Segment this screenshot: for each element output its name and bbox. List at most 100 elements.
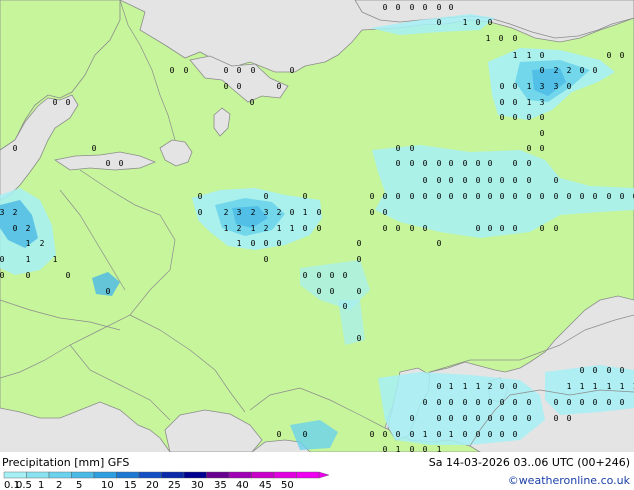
precip-value-label: 0 xyxy=(620,192,625,201)
precip-value-label: 1 xyxy=(593,382,598,391)
precip-value-label: 0 xyxy=(237,66,242,75)
precip-value-label: 2 xyxy=(488,382,493,391)
copyright-link[interactable]: ©weatheronline.co.uk xyxy=(508,474,630,487)
precip-value-label: 0 xyxy=(513,98,518,107)
precip-value-label: 0 xyxy=(476,18,481,27)
precip-value-label: 0 xyxy=(437,382,442,391)
precip-value-label: 0 xyxy=(277,82,282,91)
legend-label: 40 xyxy=(236,480,249,490)
precip-value-label: 0 xyxy=(513,224,518,233)
precip-value-label: 0 xyxy=(449,192,454,201)
precip-value-label: 1 xyxy=(26,239,31,248)
precip-value-label: 1 xyxy=(527,82,532,91)
legend-label: 15 xyxy=(124,480,137,490)
precip-value-label: 0 xyxy=(277,430,282,439)
precip-value-label: 0 xyxy=(290,66,295,75)
precip-value-label: 1 xyxy=(607,382,612,391)
precip-value-label: 0 xyxy=(198,192,203,201)
precip-value-label: 0 xyxy=(488,224,493,233)
precip-value-label: 0 xyxy=(488,398,493,407)
precip-value-label: 0 xyxy=(449,414,454,423)
legend-swatch xyxy=(296,471,320,479)
precip-value-label: 0 xyxy=(290,208,295,217)
precip-value-label: 0 xyxy=(423,398,428,407)
precip-value-label: 0 xyxy=(383,3,388,12)
precip-value-label: 0 xyxy=(540,51,545,60)
precip-value-label: 0 xyxy=(423,224,428,233)
precip-value-label: 2 xyxy=(264,224,269,233)
precip-value-label: 2 xyxy=(224,208,229,217)
precip-value-label: 0 xyxy=(500,113,505,122)
precip-value-label: 1 xyxy=(224,224,229,233)
precip-value-label: 0 xyxy=(500,82,505,91)
precip-value-label: 0 xyxy=(357,287,362,296)
precip-value-label: 0 xyxy=(488,176,493,185)
precip-value-label: 0 xyxy=(513,113,518,122)
precip-value-label: 0 xyxy=(488,159,493,168)
legend-arrow-icon xyxy=(318,471,330,479)
legend-label: 30 xyxy=(191,480,204,490)
precip-value-label: 0 xyxy=(449,398,454,407)
precip-value-label: 1 xyxy=(527,51,532,60)
precip-value-label: 0 xyxy=(250,98,255,107)
legend-label: 35 xyxy=(214,480,227,490)
map-title: Precipitation [mm] GFS xyxy=(2,456,130,469)
precip-value-label: 0 xyxy=(303,192,308,201)
precip-value-label: 0 xyxy=(264,255,269,264)
precip-value-label: 3 xyxy=(540,98,545,107)
precip-value-label: 0 xyxy=(449,3,454,12)
precip-value-label: 0 xyxy=(237,82,242,91)
precip-value-label: 0 xyxy=(251,66,256,75)
precip-value-label: 0 xyxy=(607,51,612,60)
legend-label: 1 xyxy=(38,480,44,490)
precip-value-label: 0 xyxy=(26,271,31,280)
precip-value-label: 0 xyxy=(580,66,585,75)
precip-value-label: 0 xyxy=(540,66,545,75)
legend-swatch xyxy=(3,471,27,479)
precip-value-label: 0 xyxy=(92,144,97,153)
precip-value-label: 0 xyxy=(13,144,18,153)
precip-value-label: 0 xyxy=(593,192,598,201)
precip-value-label: 0 xyxy=(463,414,468,423)
precip-value-label: 0 xyxy=(620,51,625,60)
precip-value-label: 0 xyxy=(500,382,505,391)
precip-value-label: 1 xyxy=(251,224,256,233)
precip-value-label: 0 xyxy=(607,192,612,201)
precip-value-label: 0 xyxy=(66,98,71,107)
precip-value-label: 0 xyxy=(330,287,335,296)
precip-value-label: 0 xyxy=(499,34,504,43)
precip-value-label: 0 xyxy=(488,192,493,201)
precip-value-label: 0 xyxy=(527,144,532,153)
precip-value-label: 0 xyxy=(370,208,375,217)
precip-value-label: 0 xyxy=(106,287,111,296)
precip-value-label: 0 xyxy=(410,192,415,201)
precip-legend: 0.10.5 1 2 5 10 15 20 25 30 35 40 45 50 xyxy=(3,471,330,490)
precip-value-label: 0 xyxy=(53,98,58,107)
precip-value-label: 2 xyxy=(277,208,282,217)
precip-value-label: 0 xyxy=(488,430,493,439)
precip-value-label: 0 xyxy=(476,430,481,439)
precip-value-label: 0 xyxy=(620,366,625,375)
precip-value-label: 2 xyxy=(13,208,18,217)
precip-value-label: 0 xyxy=(437,398,442,407)
precip-value-label: 1 xyxy=(463,18,468,27)
precip-value-label: 0 xyxy=(396,159,401,168)
precip-value-label: 0 xyxy=(396,430,401,439)
precip-value-label: 0 xyxy=(437,239,442,248)
precip-value-label: 0 xyxy=(303,224,308,233)
precip-value-label: 1 xyxy=(580,382,585,391)
precip-value-label: 0 xyxy=(357,334,362,343)
legend-swatch xyxy=(138,471,162,479)
valid-time: Sa 14-03-2026 03..06 UTC (00+246) xyxy=(428,456,630,469)
precip-value-label: 0 xyxy=(580,398,585,407)
precip-value-label: 1 xyxy=(277,224,282,233)
precip-value-label: 0 xyxy=(500,414,505,423)
legend-label: 25 xyxy=(168,480,181,490)
precip-value-label: 0 xyxy=(567,414,572,423)
precip-value-label: 0 xyxy=(500,176,505,185)
precip-value-label: 1 xyxy=(53,255,58,264)
map-canvas: 0 0 0 0 0 00 1 0 01 0 01 1 0 0 00 0 0 0 0 0 0 2 2 0 00 0 0 0 0 1 3 3 00 0… xyxy=(0,0,634,452)
precip-value-label: 1 xyxy=(449,382,454,391)
precip-value-label: 0 xyxy=(0,255,5,264)
legend-swatch xyxy=(183,471,207,479)
